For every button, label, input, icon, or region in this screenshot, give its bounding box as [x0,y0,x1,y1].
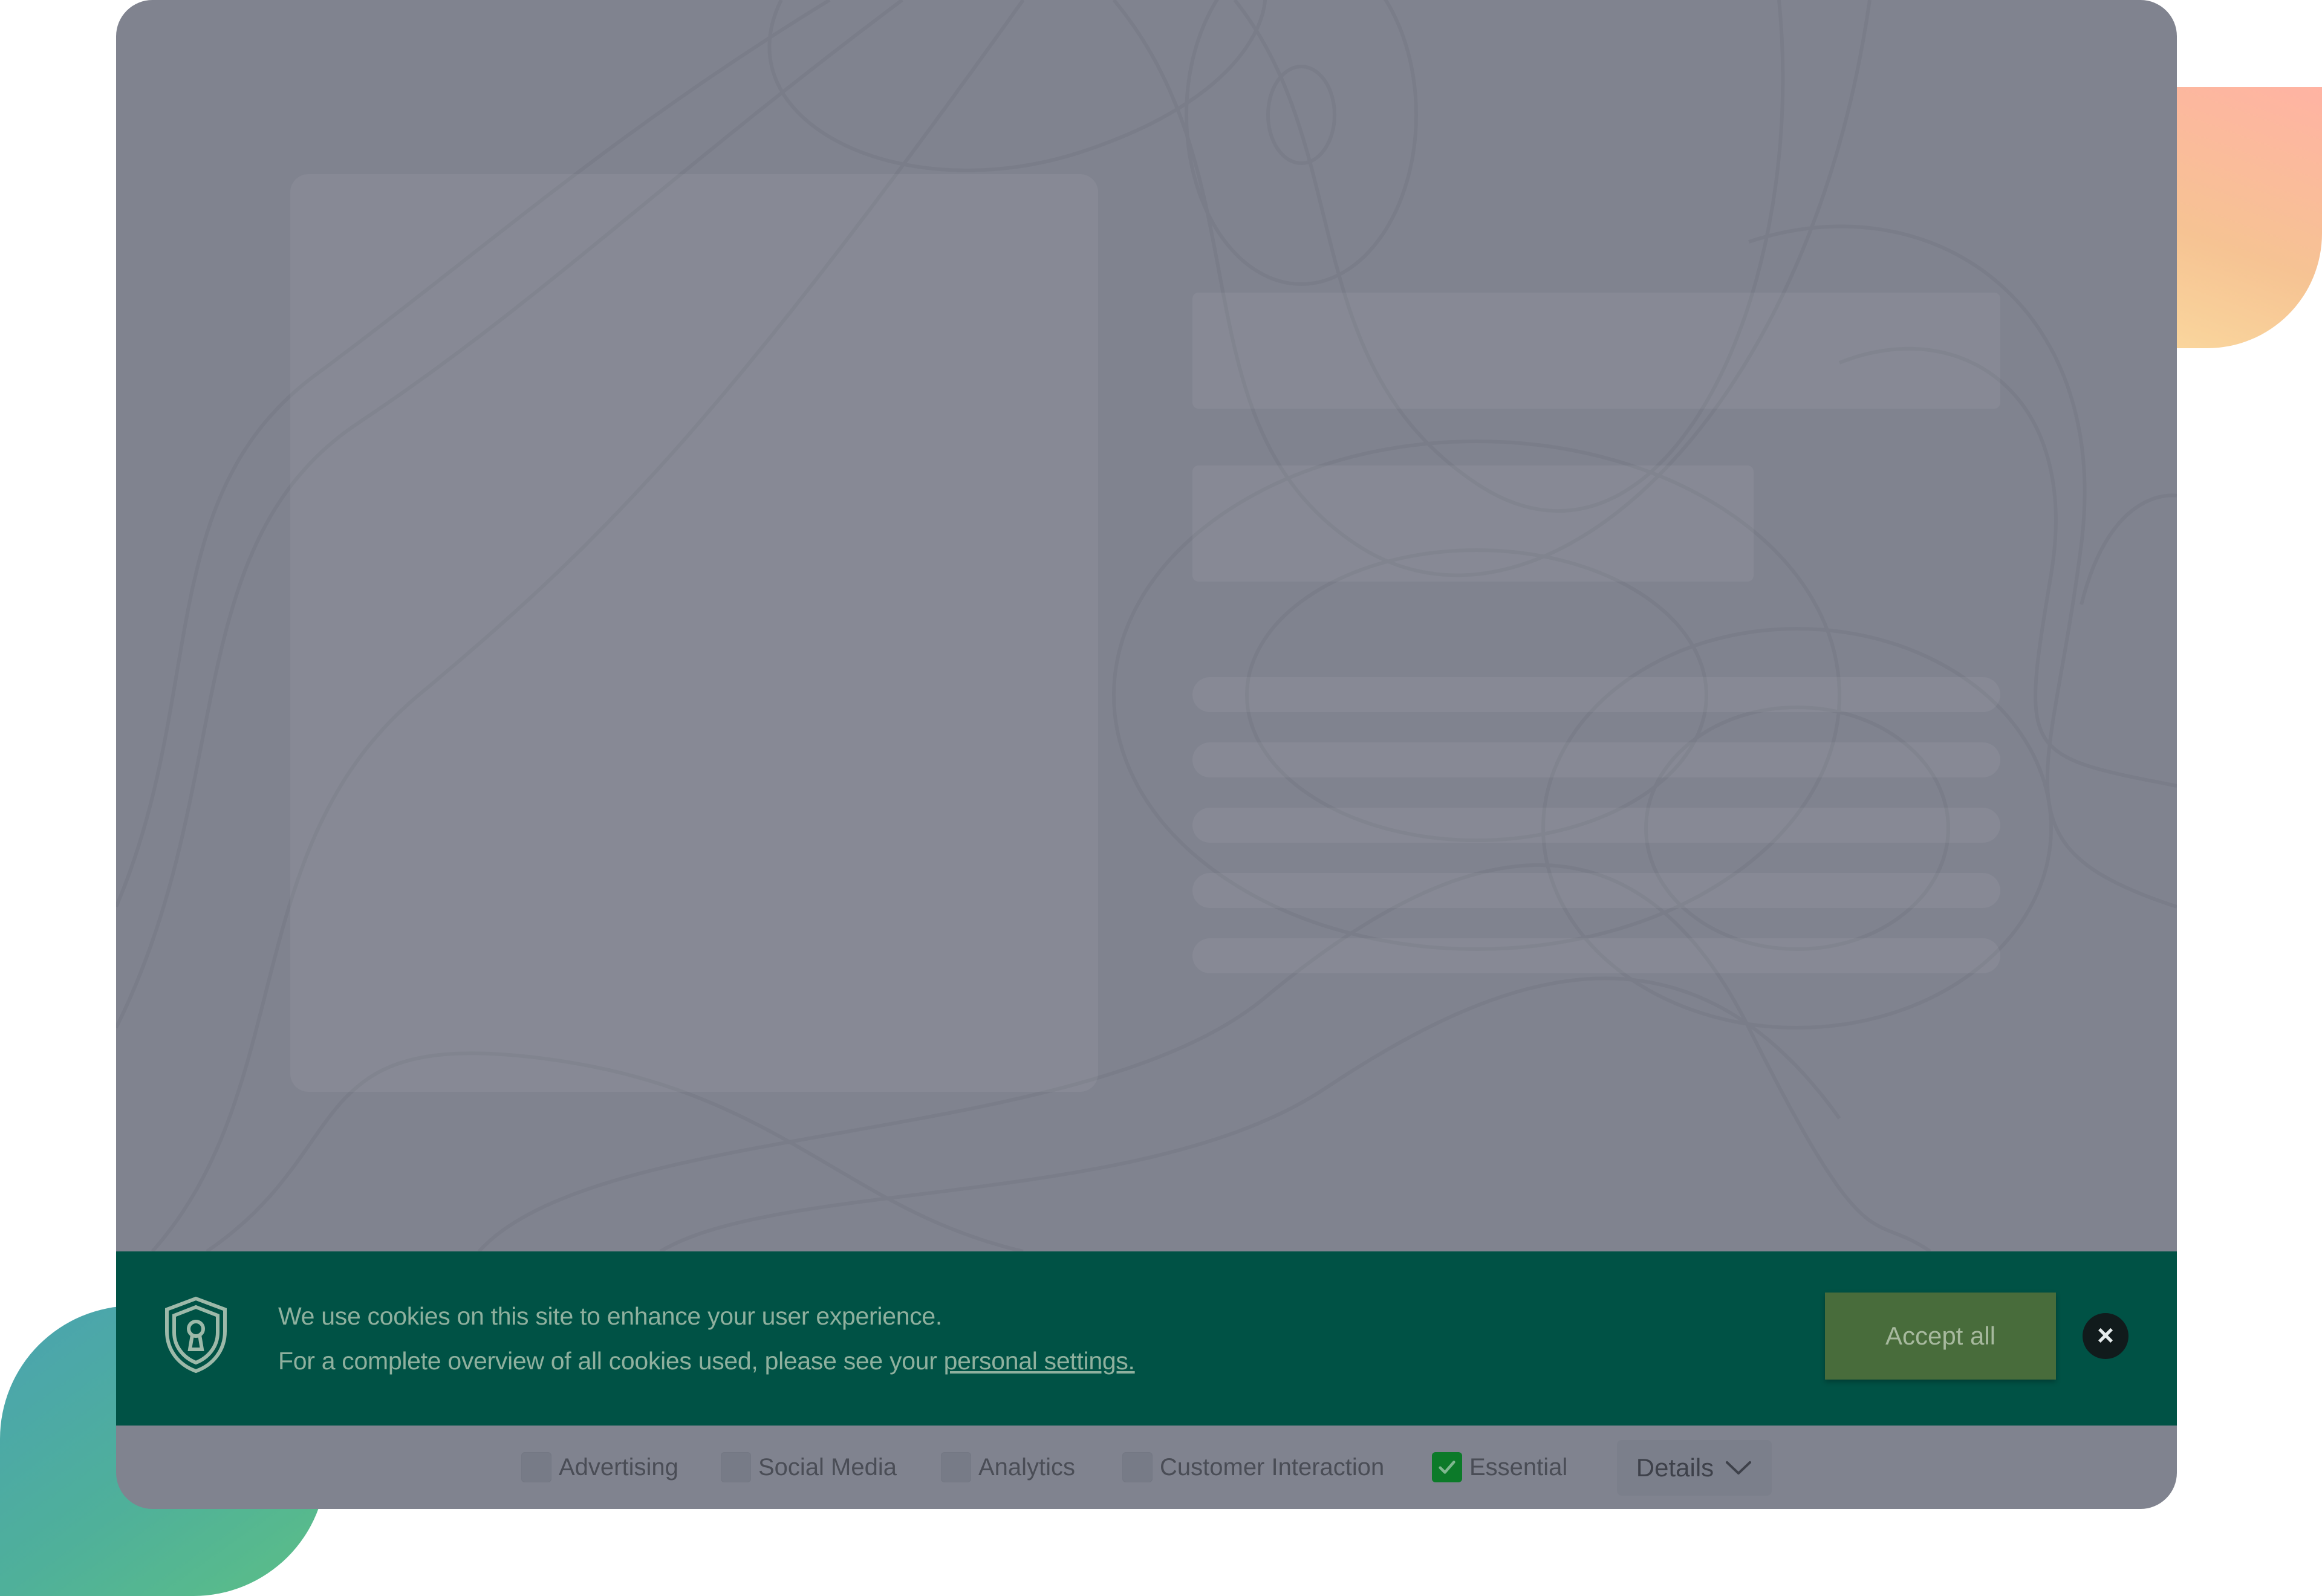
chevron-down-icon [1726,1461,1752,1474]
text-line-placeholder [1192,808,2000,843]
option-label: Advertising [559,1453,678,1481]
option-advertising[interactable]: Advertising [521,1451,678,1484]
details-label: Details [1636,1453,1714,1482]
option-label: Essential [1469,1453,1568,1481]
shield-lock-icon [165,1296,227,1374]
option-label: Customer Interaction [1160,1453,1385,1481]
image-placeholder [290,174,1098,1092]
cookie-message-prefix: For a complete overview of all cookies u… [278,1347,937,1375]
details-button[interactable]: Details [1617,1440,1772,1496]
option-customer-interaction[interactable]: Customer Interaction [1122,1451,1384,1484]
page-window: We use cookies on this site to enhance y… [116,0,2177,1509]
checkbox-analytics[interactable] [941,1452,971,1482]
option-social-media[interactable]: Social Media [721,1451,897,1484]
option-label: Analytics [978,1453,1076,1481]
option-label: Social Media [758,1453,897,1481]
title-placeholder [1192,293,2000,409]
checkbox-customer-interaction[interactable] [1122,1452,1153,1482]
cookie-banner: We use cookies on this site to enhance y… [116,1251,2177,1426]
checkbox-advertising[interactable] [521,1452,551,1482]
cookie-message: We use cookies on this site to enhance y… [278,1294,1135,1383]
cookie-options-bar: Advertising Social Media Analytics Custo… [116,1426,2177,1509]
subtitle-placeholder [1192,465,1754,582]
checkbox-social-media[interactable] [721,1452,751,1482]
checkmark-icon [1439,1461,1455,1474]
accept-all-button[interactable]: Accept all [1825,1293,2056,1380]
cookie-message-line-1: We use cookies on this site to enhance y… [278,1302,942,1330]
text-line-placeholder [1192,938,2000,973]
checkbox-essential[interactable] [1432,1452,1462,1482]
text-line-placeholder [1192,873,2000,908]
option-analytics[interactable]: Analytics [941,1451,1075,1484]
close-icon[interactable]: × [2083,1313,2128,1359]
personal-settings-link[interactable]: personal settings. [944,1347,1135,1375]
option-essential[interactable]: Essential [1432,1451,1567,1484]
cookie-message-line-2: For a complete overview of all cookies u… [278,1338,1135,1383]
text-line-placeholder [1192,677,2000,712]
text-line-placeholder [1192,742,2000,777]
